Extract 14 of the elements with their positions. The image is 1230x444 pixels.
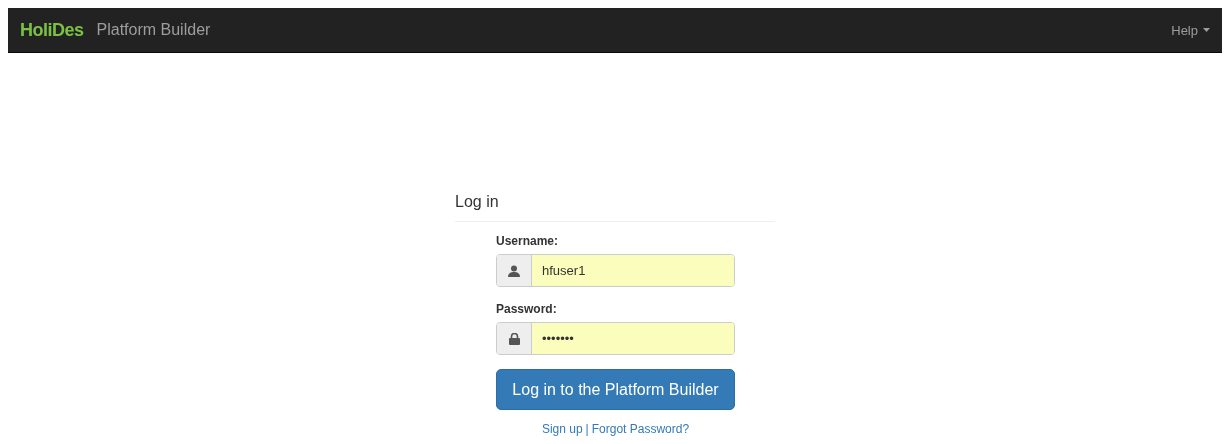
brand-logo[interactable]: HoliDes bbox=[20, 19, 84, 41]
user-icon bbox=[508, 264, 520, 277]
login-heading: Log in bbox=[455, 193, 775, 222]
signup-link[interactable]: Sign up bbox=[541, 422, 583, 436]
link-separator: | bbox=[585, 422, 589, 436]
app-title[interactable]: Platform Builder bbox=[96, 21, 211, 39]
field-label: Username: bbox=[496, 234, 560, 248]
help-menu[interactable]: Help bbox=[1171, 22, 1210, 38]
field-label: Password: bbox=[496, 302, 558, 316]
lock-icon bbox=[508, 332, 520, 345]
password-field[interactable]: ••••••• bbox=[496, 322, 735, 355]
login-button[interactable]: Log in to the Platform Builder bbox=[496, 369, 735, 410]
forgot-password-link[interactable]: Forgot Password? bbox=[591, 422, 690, 436]
username-field[interactable]: hfuser1 bbox=[496, 254, 735, 287]
